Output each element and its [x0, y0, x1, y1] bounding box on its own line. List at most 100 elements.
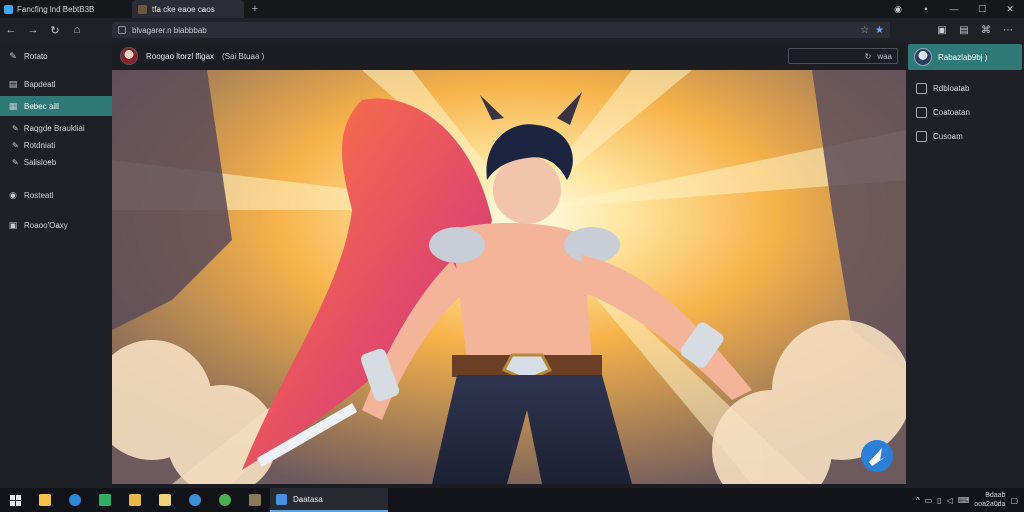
taskbar-chrome[interactable]: [210, 488, 240, 512]
taskbar-image-app[interactable]: [240, 488, 270, 512]
gear-icon: [916, 130, 927, 142]
reload-button[interactable]: ↻: [44, 24, 66, 37]
right-panel-item-label: Cusoam: [933, 131, 963, 141]
browser-tab[interactable]: tfa cke eaoe caos: [132, 0, 244, 18]
sidebar-item-label: Bebec ailI: [24, 101, 60, 111]
folder-icon: [39, 494, 51, 506]
right-panel-item[interactable]: Coatoatan: [906, 100, 1024, 124]
circle-icon: ◉: [9, 189, 17, 200]
left-sidebar: ✎ Rotato ▤ Bapdeatl ▦ Bebec ailI ✎ Raqgd…: [0, 42, 112, 488]
chevron-up-icon[interactable]: ^: [916, 496, 920, 505]
sidebar-item-rosteatl[interactable]: ◉ Rosteatl: [0, 185, 112, 205]
search-input[interactable]: ↻ waa: [788, 48, 898, 64]
close-button[interactable]: ✕: [996, 4, 1024, 15]
chrome-icon: [219, 494, 231, 506]
square-icon: ▣: [8, 219, 18, 230]
right-panel: Rabazlab9bj ) Rdbloatab Coatoatan Cusoam: [906, 42, 1024, 488]
sidebar-subitem[interactable]: ✎ Salisloeb: [0, 154, 112, 171]
minimize-button[interactable]: —: [940, 4, 968, 14]
active-app-icon: [276, 493, 287, 505]
extension-icon[interactable]: ▣: [932, 25, 952, 36]
taskbar-store[interactable]: [90, 488, 120, 512]
anime-hero-artwork: [112, 70, 906, 484]
puzzle-icon[interactable]: ⌘: [976, 25, 996, 36]
address-text: blvagarer.n blabbbab: [132, 25, 207, 35]
sidebar-subitem-label: Salisloeb: [23, 158, 57, 167]
right-panel-item[interactable]: Rdbloatab: [906, 76, 1024, 100]
forward-button[interactable]: →: [22, 24, 44, 37]
pen-icon: ✎: [12, 158, 19, 167]
sidebar-item-rotato[interactable]: ✎ Rotato: [0, 46, 112, 66]
hero-image: [112, 70, 906, 484]
profile-avatar[interactable]: [914, 48, 932, 66]
home-button[interactable]: ⌂: [66, 24, 88, 37]
app-title-text: Fancfing lnd BebtB3B: [17, 4, 95, 14]
taskbar: Daatasa ^ ▭ ▯ ◁ ⌨ Bdaab ooa2a0da ▢: [0, 488, 1024, 512]
taskbar-files[interactable]: [120, 488, 150, 512]
sidebar-subitem-label: Raqgde Braukliai: [23, 124, 85, 133]
back-button[interactable]: ←: [0, 24, 22, 37]
keyboard-icon[interactable]: ⌨: [958, 496, 970, 505]
files-icon: [129, 494, 141, 506]
network-icon[interactable]: ▭: [925, 496, 933, 505]
sidebar-item-label: Roaoo'Oaxy: [24, 220, 68, 230]
tab-favicon-icon: [138, 4, 147, 14]
folder-icon: [916, 106, 927, 118]
taskbar-file-explorer[interactable]: [30, 488, 60, 512]
bookmark-icon[interactable]: ★: [875, 25, 884, 36]
image-icon: [249, 494, 261, 506]
right-panel-item-label: Coatoatan: [933, 107, 970, 117]
tab-title: tfa cke eaoe caos: [152, 4, 215, 14]
star-icon[interactable]: ☆: [860, 25, 869, 36]
edit-icon: ✎: [9, 50, 17, 61]
search-text: waa: [877, 51, 892, 61]
sidebar-item-label: Bapdeatl: [24, 79, 56, 89]
clock[interactable]: Bdaab ooa2a0da: [974, 491, 1005, 509]
settings-icon: [916, 82, 927, 94]
avatar[interactable]: [120, 47, 138, 65]
sidebar-subitem[interactable]: ✎ Raqgde Braukliai: [0, 120, 112, 137]
browser-icon: [69, 494, 81, 506]
lock-icon: [118, 26, 126, 34]
sidebar-subitem-label: Rotdniati: [23, 141, 56, 150]
taskbar-active-app[interactable]: Daatasa: [270, 488, 388, 512]
start-button[interactable]: [0, 488, 30, 512]
profile-icon[interactable]: ◉: [884, 4, 912, 15]
address-bar[interactable]: blvagarer.n blabbbab ☆ ★: [112, 22, 890, 38]
right-panel-item[interactable]: Cusoam: [906, 124, 1024, 148]
notes-icon: [159, 494, 171, 506]
window-controls: ◉ • — ☐ ✕: [884, 0, 1024, 18]
profile-header[interactable]: Rabazlab9bj ): [908, 44, 1022, 70]
taskbar-app-blue[interactable]: [180, 488, 210, 512]
sidebar-item-bapdeatl[interactable]: ▤ Bapdeatl: [0, 74, 112, 94]
battery-icon[interactable]: ▯: [937, 496, 941, 505]
notification-icon[interactable]: ▢: [1010, 496, 1018, 505]
volume-icon[interactable]: ◁: [947, 496, 953, 505]
windows-icon: [9, 494, 21, 506]
page-header: Roogao ltorzl lfigax (Sai Btuaa ) ↻ waa: [112, 42, 906, 70]
store-icon: [99, 494, 111, 506]
new-tab-button[interactable]: +: [244, 3, 266, 15]
clock-date: ooa2a0da: [974, 501, 1006, 508]
app-icon: [189, 494, 201, 506]
profile-name: Rabazlab9bj ): [938, 52, 988, 62]
refresh-icon[interactable]: ↻: [865, 52, 872, 61]
taskbar-notes[interactable]: [150, 488, 180, 512]
navigation-bar: ← → ↻ ⌂ blvagarer.n blabbbab ☆ ★ ▣ ▤ ⌘ ⋯: [0, 18, 1024, 42]
sidebar-item-active[interactable]: ▦ Bebec ailI: [0, 96, 112, 116]
app-icon: [4, 4, 13, 14]
right-panel-item-label: Rdbloatab: [933, 83, 970, 93]
page-subtitle: (Sai Btuaa ): [222, 51, 265, 61]
maximize-button[interactable]: ☐: [968, 4, 996, 15]
menu-icon[interactable]: ⋯: [998, 25, 1018, 36]
sidebar-subitem[interactable]: ✎ Rotdniati: [0, 137, 112, 154]
reader-icon[interactable]: ▤: [954, 25, 974, 36]
active-app-label: Daatasa: [293, 494, 323, 504]
pen-icon: ✎: [12, 141, 19, 150]
taskbar-edge[interactable]: [60, 488, 90, 512]
list-icon: ▤: [8, 78, 18, 89]
menu-dot-icon[interactable]: •: [912, 4, 940, 14]
system-tray: ^ ▭ ▯ ◁ ⌨ Bdaab ooa2a0da ▢: [916, 491, 1024, 509]
sidebar-item-label: Rotato: [24, 51, 48, 61]
sidebar-item-roaoo[interactable]: ▣ Roaoo'Oaxy: [0, 215, 112, 235]
